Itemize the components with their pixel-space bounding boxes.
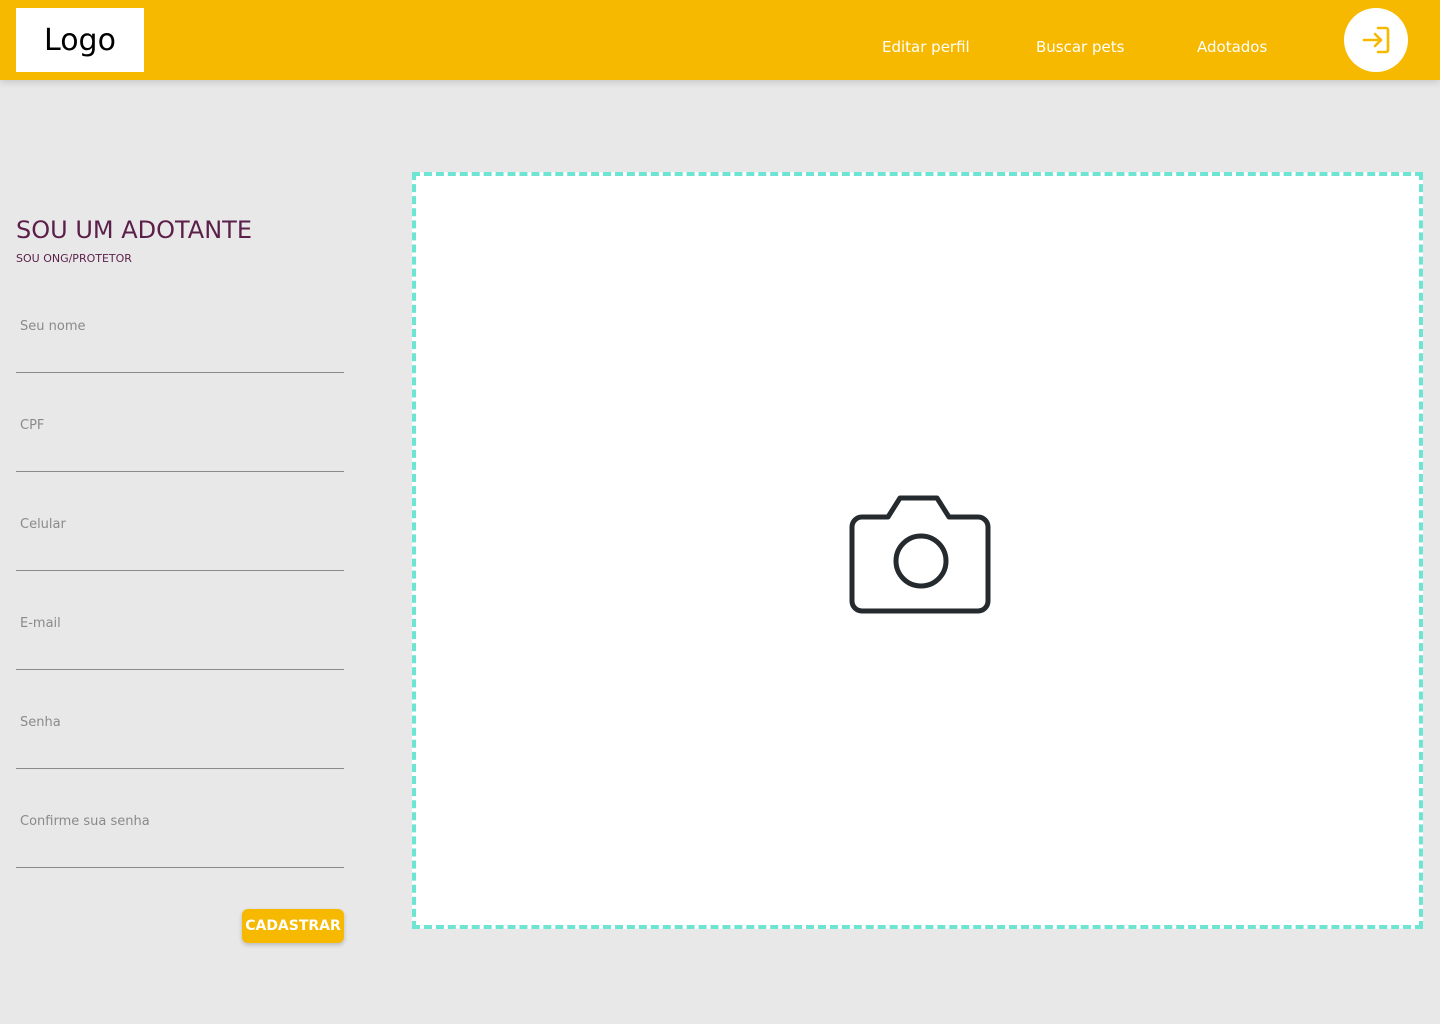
email-input[interactable]	[20, 643, 340, 665]
password-input[interactable]	[20, 742, 340, 764]
phone-field: Celular	[16, 511, 344, 571]
nav-edit-profile[interactable]: Editar perfil	[882, 38, 970, 56]
form-title: SOU UM ADOTANTE	[16, 216, 253, 244]
name-label: Seu nome	[20, 319, 86, 334]
name-input[interactable]	[20, 346, 340, 368]
login-arrow-icon	[1362, 26, 1390, 54]
password-label: Senha	[20, 715, 61, 730]
top-header: Logo Editar perfil Buscar pets Adotados	[0, 0, 1440, 80]
phone-input[interactable]	[20, 544, 340, 566]
email-field: E-mail	[16, 610, 344, 670]
password-field: Senha	[16, 709, 344, 769]
photo-upload-dropzone[interactable]	[412, 172, 1423, 929]
logo[interactable]: Logo	[16, 8, 144, 72]
login-button[interactable]	[1344, 8, 1408, 72]
confirm-password-label: Confirme sua senha	[20, 814, 150, 829]
confirm-password-input[interactable]	[20, 841, 340, 863]
nav-search-pets[interactable]: Buscar pets	[1036, 38, 1124, 56]
phone-label: Celular	[20, 517, 66, 532]
cpf-input[interactable]	[20, 445, 340, 467]
camera-icon	[849, 495, 991, 614]
nav-adopted[interactable]: Adotados	[1197, 38, 1267, 56]
ong-protector-link[interactable]: SOU ONG/PROTETOR	[16, 252, 132, 265]
confirm-password-field: Confirme sua senha	[16, 808, 344, 868]
cpf-field: CPF	[16, 412, 344, 472]
cpf-label: CPF	[20, 418, 45, 433]
name-field: Seu nome	[16, 313, 344, 373]
email-label: E-mail	[20, 616, 61, 631]
register-button[interactable]: CADASTRAR	[242, 909, 344, 943]
